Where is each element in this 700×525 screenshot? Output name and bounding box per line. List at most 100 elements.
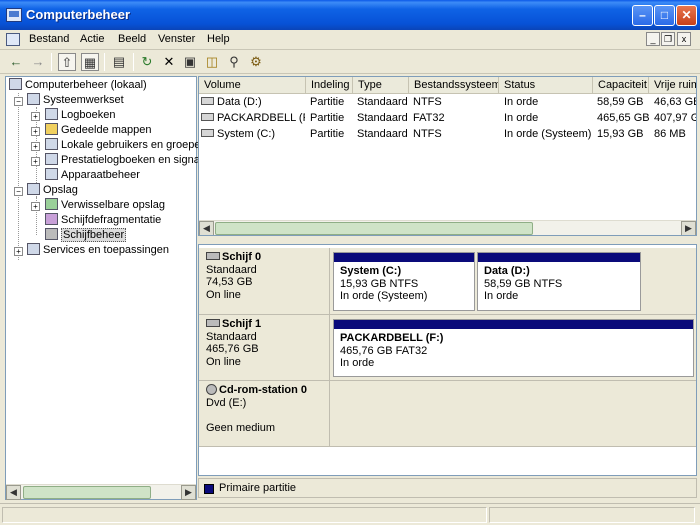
disk-0-label[interactable]: Schijf 0 Standaard 74,53 GB On line <box>199 248 330 315</box>
column-header-type[interactable]: Type <box>353 77 409 94</box>
minimize-button[interactable]: – <box>632 5 653 26</box>
tree-item-logboeken[interactable]: Logboeken <box>45 108 115 123</box>
partition-bar <box>478 253 640 262</box>
search-drive-icon[interactable]: ⚲ <box>225 53 243 71</box>
storage-icon <box>27 183 40 195</box>
mdi-restore-button[interactable]: ❐ <box>661 32 675 46</box>
tree-item-lokale-gebruikers[interactable]: Lokale gebruikers en groepen <box>45 138 207 153</box>
tree-item-schijfdefragmentatie[interactable]: Schijfdefragmentatie <box>45 213 161 228</box>
drive-icon <box>201 97 214 105</box>
tree-item-schijfbeheer[interactable]: Schijfbeheer <box>45 228 127 243</box>
event-viewer-icon <box>45 108 58 120</box>
volume-list: Volume Indeling Type Bestandssysteem Sta… <box>198 76 697 236</box>
volume-row-free-space: 86 MB <box>654 128 686 140</box>
column-header-capaciteit[interactable]: Capaciteit <box>593 77 649 94</box>
settings-icon[interactable]: ⚙ <box>247 53 265 71</box>
partition-status: In orde (Systeem) <box>340 290 428 302</box>
system-menu-icon[interactable] <box>6 33 20 46</box>
up-folder-icon[interactable]: ⇧ <box>58 53 76 71</box>
column-header-bestandssysteem[interactable]: Bestandssysteem <box>409 77 499 94</box>
volume-row-filesystem: NTFS <box>413 96 442 108</box>
partition-data-d[interactable]: Data (D:) 58,59 GB NTFS In orde <box>477 252 641 311</box>
partition-packardbell-f[interactable]: PACKARDBELL (F:) 465,76 GB FAT32 In orde <box>333 319 694 377</box>
removable-storage-icon <box>45 198 58 210</box>
column-header-vrije-ruimte[interactable]: Vrije ruimte <box>649 77 696 94</box>
partition-size: 15,93 GB NTFS <box>340 277 419 290</box>
tree-item-computerbeheer[interactable]: Computerbeheer (lokaal) <box>9 78 147 93</box>
scroll-thumb[interactable] <box>215 222 533 235</box>
cdrom-0-size <box>206 409 329 422</box>
tree-item-apparaatbeheer[interactable]: Apparaatbeheer <box>45 168 140 183</box>
users-icon <box>45 138 58 150</box>
volume-row-name[interactable]: System (C:) <box>201 127 305 142</box>
tree-item-verwisselbare-opslag[interactable]: Verwisselbare opslag <box>45 198 165 213</box>
volume-row-name[interactable]: PACKARDBELL (F:) <box>201 111 305 126</box>
menu-bar: Bestand Actie Beeld Venster Help _ ❐ x <box>0 30 700 50</box>
toolbar-separator <box>104 53 105 71</box>
menu-help[interactable]: Help <box>207 33 230 45</box>
console-tree: Computerbeheer (lokaal) − Systeemwerkset… <box>5 76 215 500</box>
forward-arrow-icon[interactable]: → <box>29 53 47 71</box>
toolbar-separator <box>133 53 134 71</box>
tree-item-gedeelde-mappen[interactable]: Gedeelde mappen <box>45 123 152 138</box>
volume-list-horizontal-scrollbar[interactable]: ◀ ▶ <box>199 220 696 235</box>
back-arrow-icon[interactable]: ← <box>7 53 25 71</box>
tree-item-systeemwerkset[interactable]: Systeemwerkset <box>27 93 124 108</box>
tree-line <box>18 93 19 260</box>
drive-icon <box>201 113 214 121</box>
column-header-volume[interactable]: Volume <box>199 77 306 94</box>
open-folder-icon[interactable]: ◫ <box>203 53 221 71</box>
tools-icon <box>27 93 40 105</box>
scroll-left-arrow-icon[interactable]: ◀ <box>199 221 214 235</box>
menu-venster[interactable]: Venster <box>158 33 195 45</box>
disk-0-size: 74,53 GB <box>206 276 253 288</box>
expand-logboeken[interactable]: + <box>31 112 40 121</box>
delete-icon[interactable]: ✕ <box>160 53 178 71</box>
scroll-right-arrow-icon[interactable]: ▶ <box>181 485 196 500</box>
scroll-left-arrow-icon[interactable]: ◀ <box>6 485 21 500</box>
partition-system-c[interactable]: System (C:) 15,93 GB NTFS In orde (Syste… <box>333 252 475 311</box>
volume-row-type: Standaard <box>357 128 408 140</box>
column-header-status[interactable]: Status <box>499 77 593 94</box>
show-tree-icon[interactable]: ▦ <box>81 53 99 71</box>
expand-lokale-gebruikers[interactable]: + <box>31 142 40 151</box>
volume-row-name[interactable]: Data (D:) <box>201 95 305 110</box>
partition-size: 465,76 GB FAT32 <box>340 344 428 357</box>
disk-1-type: Standaard <box>206 330 257 343</box>
expand-gedeelde-mappen[interactable]: + <box>31 127 40 136</box>
menu-actie[interactable]: Actie <box>80 33 104 45</box>
properties-icon[interactable]: ▤ <box>110 53 128 71</box>
scroll-right-arrow-icon[interactable]: ▶ <box>681 221 696 235</box>
tree-item-prestatielogboeken[interactable]: Prestatielogboeken en signalen <box>45 153 215 168</box>
mdi-close-button[interactable]: x <box>677 32 691 46</box>
tree-horizontal-scrollbar[interactable]: ◀ ▶ <box>6 484 196 500</box>
volume-row-capacity: 15,93 GB <box>597 128 644 140</box>
status-panel <box>489 507 695 523</box>
expand-verwisselbare-opslag[interactable]: + <box>31 202 40 211</box>
tree-item-opslag[interactable]: Opslag <box>27 183 78 198</box>
disk-icon <box>206 319 220 327</box>
expand-services[interactable]: + <box>14 247 23 256</box>
disk-graphical-view: Schijf 0 Standaard 74,53 GB On line Syst… <box>198 244 697 476</box>
mdi-minimize-button[interactable]: _ <box>646 32 660 46</box>
close-button[interactable]: ✕ <box>676 5 697 26</box>
scroll-thumb[interactable] <box>23 486 151 499</box>
cdrom-0-label[interactable]: Cd-rom-station 0 Dvd (E:) Geen medium <box>199 381 330 447</box>
tree-item-services[interactable]: Services en toepassingen <box>27 243 169 258</box>
collapse-systeemwerkset[interactable]: − <box>14 97 23 106</box>
menu-beeld[interactable]: Beeld <box>118 33 146 45</box>
collapse-opslag[interactable]: − <box>14 187 23 196</box>
disk-management-icon <box>45 228 58 240</box>
refresh-icon[interactable]: ↻ <box>138 53 156 71</box>
disk-1-label[interactable]: Schijf 1 Standaard 465,76 GB On line <box>199 315 330 381</box>
partition-size: 58,59 GB NTFS <box>484 277 563 290</box>
drive-icon <box>201 129 214 137</box>
disk-0-state: On line <box>206 288 241 301</box>
volume-row-status: In orde (Systeem) <box>504 128 592 140</box>
column-header-indeling[interactable]: Indeling <box>306 77 353 94</box>
status-bar <box>0 503 700 525</box>
maximize-button[interactable]: □ <box>654 5 675 26</box>
expand-prestatielogboeken[interactable]: + <box>31 157 40 166</box>
export-icon[interactable]: ▣ <box>181 53 199 71</box>
menu-bestand[interactable]: Bestand <box>29 33 69 45</box>
